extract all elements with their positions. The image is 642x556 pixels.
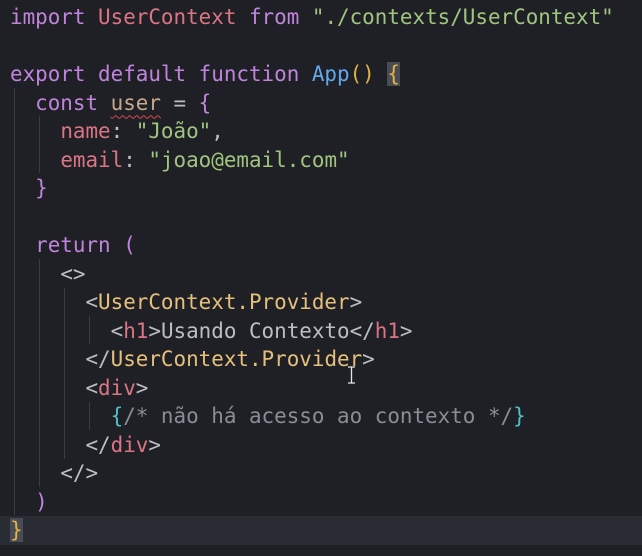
indent-guide <box>64 288 65 459</box>
code-line[interactable]: </> <box>0 459 642 488</box>
code-token: div <box>98 375 136 400</box>
code-token: from <box>236 5 312 29</box>
code-line[interactable]: name: "João", <box>0 117 642 146</box>
code-line[interactable]: export default function App() { <box>0 60 642 89</box>
code-token: UserContext.Provider <box>98 290 350 314</box>
code-line[interactable]: email: "joao@email.com" <box>0 146 642 175</box>
code-token: } <box>35 176 48 200</box>
code-token: const <box>35 90 111 115</box>
code-line[interactable] <box>0 32 642 61</box>
code-token: , <box>211 119 224 143</box>
code-token: export default function <box>10 62 312 86</box>
code-token: </ <box>85 347 111 371</box>
code-token: = <box>160 90 199 115</box>
code-line[interactable]: </div> <box>0 431 642 460</box>
code-line[interactable]: <div> <box>0 374 642 403</box>
code-token: > <box>362 347 375 371</box>
code-token: > <box>148 432 161 457</box>
code-line[interactable]: <> <box>0 260 642 289</box>
code-line[interactable]: } <box>0 516 642 545</box>
code-token: > <box>135 375 149 400</box>
code-token: App <box>311 62 350 86</box>
indent-guide <box>39 259 40 487</box>
code-editor[interactable]: } ) </> </div> {/* não há acesso ao cont… <box>0 0 642 556</box>
code-token: { <box>110 404 124 428</box>
code-line[interactable] <box>0 203 642 232</box>
code-token: UserContext.Provider <box>110 347 363 371</box>
code-token: email <box>60 147 124 172</box>
code-token: > <box>349 290 363 314</box>
code-line[interactable]: </UserContext.Provider> <box>0 345 642 374</box>
code-token: < <box>85 290 99 314</box>
code-token: < <box>85 375 99 400</box>
code-token: </ <box>349 318 375 343</box>
code-token: { <box>198 90 212 115</box>
code-token: () <box>349 62 375 86</box>
indent-guide <box>89 402 90 430</box>
code-token: return <box>35 233 124 257</box>
code-token: Usando Contexto <box>160 318 350 343</box>
code-line[interactable]: {/* não há acesso ao contexto */} <box>0 402 642 431</box>
code-line[interactable]: import UserContext from "./contexts/User… <box>0 3 642 32</box>
text-cursor-icon <box>348 366 355 384</box>
code-token: < <box>110 318 124 343</box>
indent-guide <box>14 88 15 515</box>
code-token: "João" <box>135 119 212 143</box>
code-token: /* não há acesso ao contexto */ <box>123 404 514 428</box>
indent-guide <box>39 116 40 173</box>
code-token: ( <box>123 233 136 257</box>
code-token: > <box>148 318 161 343</box>
code-token: > <box>399 318 413 343</box>
code-token: : <box>110 119 136 143</box>
code-line[interactable]: <UserContext.Provider> <box>0 288 642 317</box>
indent-guide <box>89 316 90 344</box>
code-line[interactable]: const user = { <box>0 89 642 118</box>
code-token: h1 <box>123 318 149 343</box>
code-token: { <box>387 62 400 86</box>
code-line[interactable]: return ( <box>0 231 642 260</box>
code-line[interactable]: ) <box>0 488 642 517</box>
code-line[interactable]: <h1>Usando Contexto</h1> <box>0 317 642 346</box>
code-token: user <box>110 90 161 115</box>
code-token: : <box>123 147 149 172</box>
code-token: UserContext <box>98 5 237 29</box>
code-line[interactable]: } <box>0 174 642 203</box>
code-token: } <box>513 404 526 428</box>
code-token: <> <box>60 261 86 286</box>
code-token: </> <box>60 461 99 485</box>
code-token: name <box>60 119 111 143</box>
code-token: } <box>10 518 23 542</box>
code-token: h1 <box>374 318 400 343</box>
code-token: import <box>10 5 99 29</box>
code-token: </ <box>85 432 111 457</box>
code-token: "joao@email.com" <box>148 147 350 172</box>
code-token: "./contexts/UserContext" <box>311 5 614 29</box>
code-token: ) <box>35 489 48 514</box>
code-token: div <box>110 432 149 457</box>
